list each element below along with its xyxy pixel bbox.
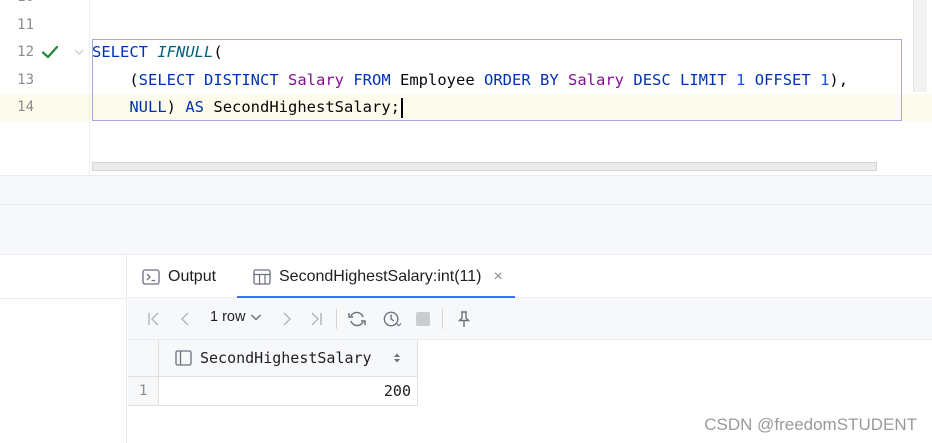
chevron-down-icon [251,314,262,321]
close-icon[interactable]: × [493,268,502,286]
fold-chevron-icon[interactable] [74,47,84,57]
code-line-13[interactable]: (SELECT DISTINCT Salary FROM Employee OR… [92,67,848,94]
refresh-icon[interactable] [347,310,367,328]
code-token: Employee [400,71,475,89]
row-count-label: 1 row [210,309,246,325]
watermark: CSDN @freedomSTUDENT [704,415,917,434]
tab-output-label: Output [168,267,217,285]
code-token: ORDER BY [484,71,559,89]
tab-result[interactable]: SecondHighestSalary:int(11) × [237,255,515,299]
text-caret [401,97,404,118]
results-tab-bar: Output SecondHighestSalary:int(11) × [128,255,932,299]
table-cell[interactable]: 200 [159,377,418,406]
line-number: 10 [0,0,34,11]
code-token: OFFSET [754,71,811,89]
editor-gutter: 10 11 12 13 14 [0,0,90,175]
code-token: NULL [92,98,167,116]
code-token: DESC LIMIT [633,71,727,89]
divider [0,204,932,205]
grid-corner[interactable] [128,340,159,377]
code-token: ; [390,98,401,116]
row-number[interactable]: 1 [128,377,159,406]
code-token: ) [166,98,176,116]
services-tree-pane [0,255,127,443]
line-number: 12 [17,44,34,60]
column-header[interactable]: SecondHighestSalary [159,340,418,377]
row-count-dropdown[interactable]: 1 row [210,309,262,325]
code-token: SELECT [92,43,148,61]
toolbar-separator [336,309,337,329]
code-line-14[interactable]: NULL) AS SecondHighestSalary; [92,94,404,121]
divider [0,298,127,299]
line-number: 13 [17,72,34,88]
code-line-12[interactable]: SELECT IFNULL( [92,39,223,66]
history-clock-icon[interactable] [381,310,403,328]
tab-output[interactable]: Output [142,255,216,298]
first-page-icon[interactable] [146,310,162,328]
gutter-divider [89,0,90,175]
tab-result-label: SecondHighestSalary:int(11) [279,267,482,285]
code-token: Salary [288,71,344,89]
line-number: 14 [17,99,34,115]
code-token: ( [92,71,139,89]
panel-separator [0,175,932,255]
code-token: ), [829,71,849,89]
code-token: AS [185,98,205,116]
vertical-scrollbar[interactable] [913,0,927,92]
stop-icon[interactable] [415,310,431,328]
code-token: FROM [353,71,391,89]
code-token: 1 [736,71,746,89]
results-toolbar: 1 row [128,298,932,340]
code-token: 1 [820,71,830,89]
code-token: ( [213,43,223,61]
last-page-icon[interactable] [308,310,324,328]
horizontal-scrollbar[interactable] [92,162,877,171]
sort-icon[interactable] [393,352,401,364]
line-number: 11 [17,17,34,33]
column-icon [175,350,192,366]
sql-editor[interactable]: 10 11 12 13 14 SELECT IFNULL( (SELECT DI… [0,0,932,175]
code-token: SELECT DISTINCT [138,71,279,89]
console-icon [142,268,160,285]
code-token: Salary [568,71,625,89]
check-icon[interactable] [41,43,59,61]
table-icon [253,268,271,285]
pin-icon[interactable] [456,310,472,328]
code-token: SecondHighestSalary [213,98,391,116]
previous-page-icon[interactable] [178,310,192,328]
code-token: IFNULL [157,43,214,61]
column-header-label: SecondHighestSalary [200,349,372,367]
toolbar-separator [442,309,443,329]
next-page-icon[interactable] [280,310,294,328]
